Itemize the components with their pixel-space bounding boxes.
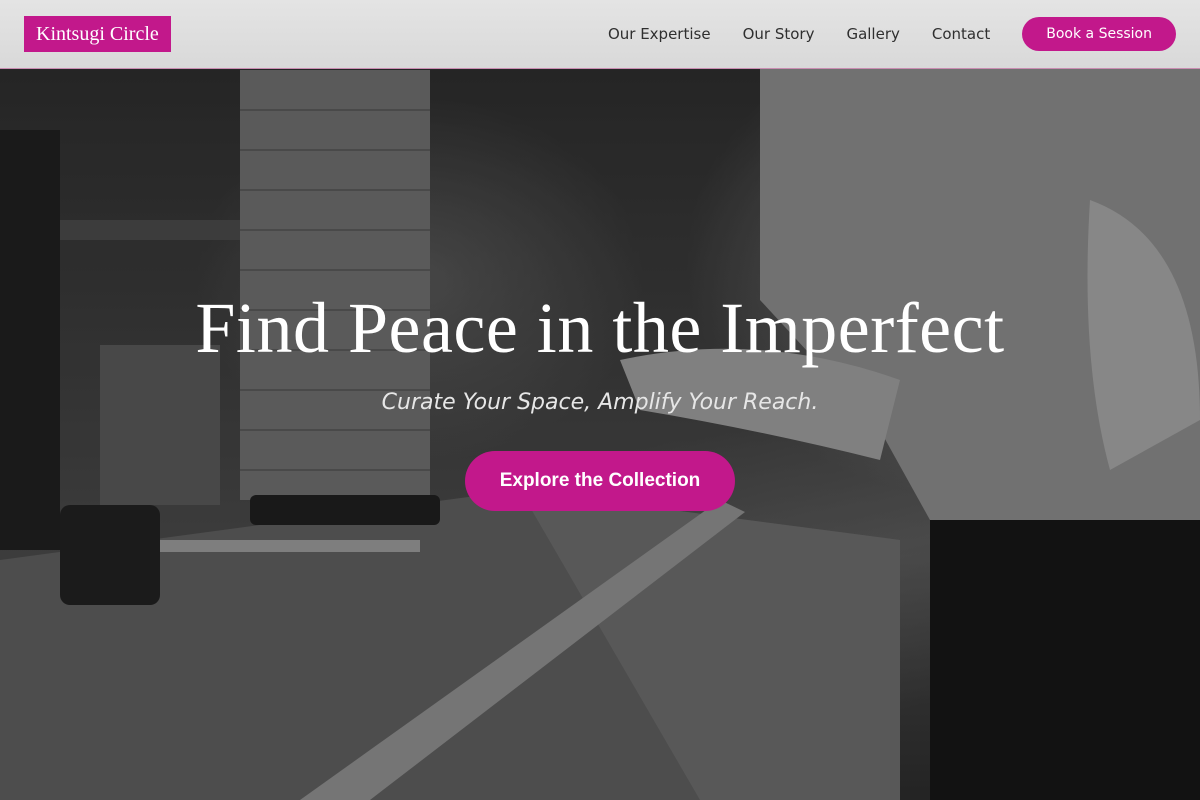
- main-nav: Our Expertise Our Story Gallery Contact …: [608, 17, 1176, 51]
- site-logo[interactable]: Kintsugi Circle: [24, 16, 171, 52]
- hero-title: Find Peace in the Imperfect: [195, 288, 1005, 368]
- hero-section: Find Peace in the Imperfect Curate Your …: [0, 286, 1200, 511]
- nav-link-contact[interactable]: Contact: [932, 25, 990, 43]
- site-header: Kintsugi Circle Our Expertise Our Story …: [0, 0, 1200, 69]
- nav-link-our-expertise[interactable]: Our Expertise: [608, 25, 711, 43]
- book-session-button[interactable]: Book a Session: [1022, 17, 1176, 51]
- nav-link-gallery[interactable]: Gallery: [846, 25, 899, 43]
- nav-link-our-story[interactable]: Our Story: [743, 25, 815, 43]
- hero-subtitle: Curate Your Space, Amplify Your Reach.: [381, 390, 819, 415]
- landing-page: Kintsugi Circle Our Expertise Our Story …: [0, 0, 1200, 800]
- explore-collection-button[interactable]: Explore the Collection: [465, 451, 735, 511]
